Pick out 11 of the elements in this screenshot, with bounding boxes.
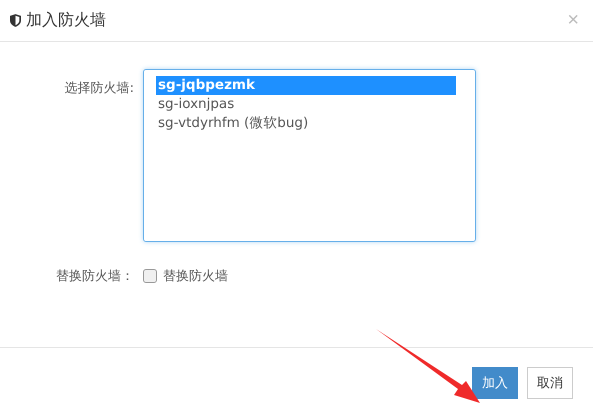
cancel-button[interactable]: 取消 <box>527 367 573 399</box>
dialog-title: 加入防火墙 <box>26 10 106 31</box>
listbox-option[interactable]: sg-ioxnjpas <box>156 95 456 114</box>
listbox-option[interactable]: sg-vtdyrhfm (微软bug) <box>156 114 456 133</box>
field-label: 选择防火墙: <box>64 80 135 97</box>
shield-icon <box>10 14 21 27</box>
firewall-listbox[interactable]: sg-jqbpezmk sg-ioxnjpas sg-vtdyrhfm (微软bug) <box>143 69 476 242</box>
confirm-button[interactable]: 加入 <box>472 367 518 399</box>
checkbox[interactable] <box>143 269 157 283</box>
checkbox-label: 替换防火墙 <box>163 268 228 285</box>
field-label: 替换防火墙： <box>55 268 135 285</box>
